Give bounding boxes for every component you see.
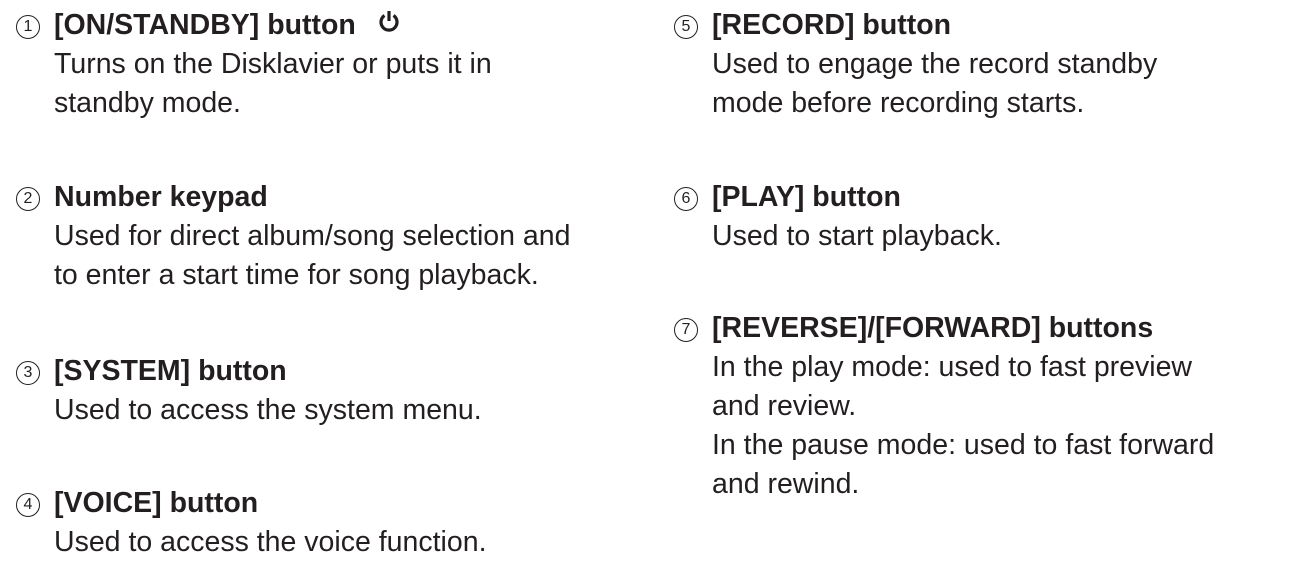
desc-line: to enter a start time for song playback.: [54, 259, 539, 291]
desc-line: In the pause mode: used to fast forward: [712, 429, 1215, 461]
desc-line: In the play mode: used to fast preview: [712, 351, 1193, 383]
item-number: 2: [16, 187, 40, 211]
item-number: 7: [674, 318, 698, 342]
item-title: Number keypad: [54, 181, 268, 213]
desc-line: standby mode.: [54, 87, 241, 119]
item-number: 4: [16, 493, 40, 517]
item-title: [RECORD] button: [712, 9, 952, 41]
item-description: In the play mode: used to fast preview a…: [712, 348, 1214, 504]
desc-line: Used for direct album/song selection and: [54, 220, 571, 252]
item-title: [VOICE] button: [54, 487, 259, 519]
desc-line: and review.: [712, 390, 857, 422]
item-description: Used to engage the record standby mode b…: [712, 45, 1157, 123]
item-description: Used for direct album/song selection and…: [54, 217, 570, 295]
item-description: Used to access the voice function.: [54, 523, 486, 562]
item-title: [SYSTEM] button: [54, 355, 287, 387]
item-title: [REVERSE]/[FORWARD] buttons: [712, 312, 1154, 344]
desc-line: Used to start playback.: [712, 220, 1002, 252]
desc-line: Used to access the system menu.: [54, 394, 482, 426]
item-description: Used to start playback.: [712, 217, 1002, 256]
item-title: [PLAY] button: [712, 181, 901, 213]
desc-line: and rewind.: [712, 468, 860, 500]
item-title-text: [ON/STANDBY] button: [54, 9, 356, 41]
item-number: 5: [674, 15, 698, 39]
item-number: 6: [674, 187, 698, 211]
item-description: Used to access the system menu.: [54, 391, 482, 430]
item-number: 1: [16, 15, 40, 39]
desc-line: mode before recording starts.: [712, 87, 1085, 119]
desc-line: Used to engage the record standby: [712, 48, 1158, 80]
desc-line: Turns on the Disklavier or puts it in: [54, 48, 492, 80]
item-number: 3: [16, 361, 40, 385]
power-icon: [378, 6, 400, 42]
item-description: Turns on the Disklavier or puts it in st…: [54, 45, 492, 123]
desc-line: Used to access the voice function.: [54, 526, 487, 558]
item-title: [ON/STANDBY] button: [54, 7, 400, 43]
